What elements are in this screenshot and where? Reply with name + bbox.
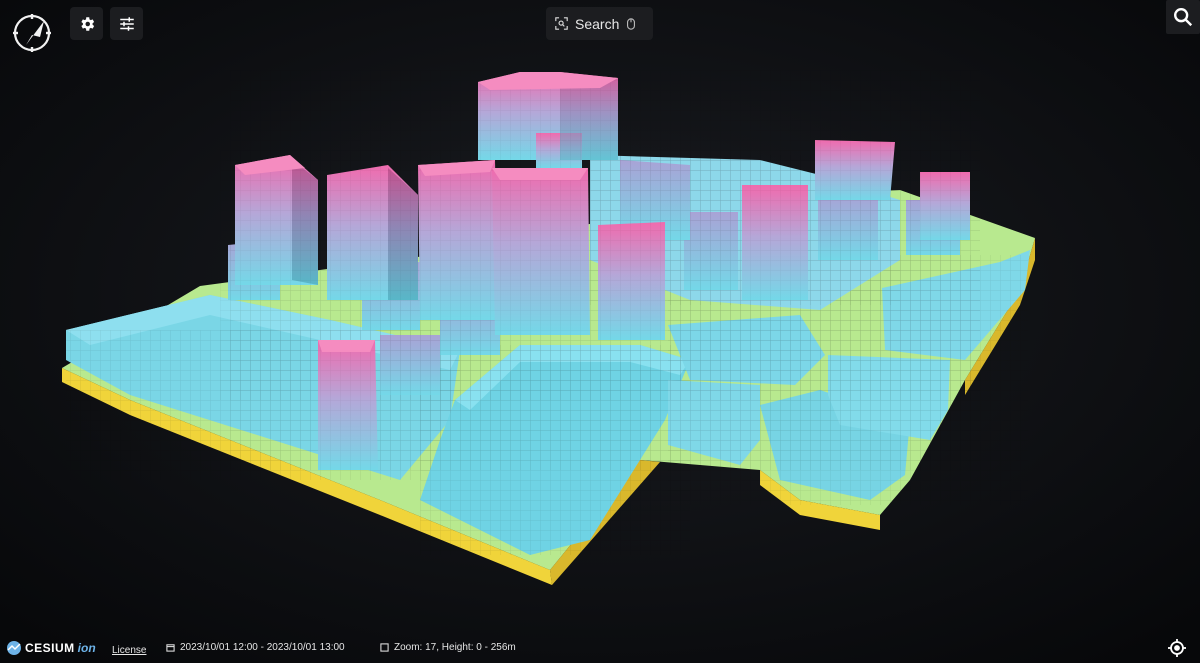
compass-icon[interactable] — [10, 11, 54, 55]
gear-icon — [80, 16, 94, 31]
calendar-icon — [166, 644, 175, 652]
footer-bar: CESIUM ion License 2023/10/01 12:00 - 20… — [0, 633, 1200, 663]
zoom-height-text: Zoom: 17, Height: 0 - 256m — [394, 642, 516, 653]
magnifier-icon — [1174, 8, 1193, 27]
filters-button[interactable] — [110, 7, 143, 40]
zoom-search-button[interactable] — [1166, 0, 1200, 34]
locate-button[interactable] — [1164, 635, 1190, 661]
settings-button[interactable] — [70, 7, 103, 40]
license-link[interactable]: License — [112, 645, 146, 656]
sliders-icon — [119, 16, 134, 31]
time-range[interactable]: 2023/10/01 12:00 - 2023/10/01 13:00 — [166, 642, 345, 653]
search-button[interactable]: Search — [546, 7, 653, 40]
search-label: Search — [575, 15, 620, 32]
brand-suffix: ion — [77, 641, 96, 655]
cesium-ion-logo[interactable]: CESIUM ion — [6, 640, 96, 656]
cesium-logo-icon — [7, 641, 21, 655]
brand-name: CESIUM — [25, 641, 75, 655]
zoom-height-info: Zoom: 17, Height: 0 - 256m — [380, 642, 516, 653]
map-viewport[interactable] — [0, 0, 1200, 663]
mouse-icon — [627, 17, 636, 30]
search-box-icon — [555, 17, 568, 30]
time-range-text: 2023/10/01 12:00 - 2023/10/01 13:00 — [180, 642, 345, 653]
square-icon — [380, 643, 389, 652]
crosshair-icon — [1168, 639, 1186, 657]
